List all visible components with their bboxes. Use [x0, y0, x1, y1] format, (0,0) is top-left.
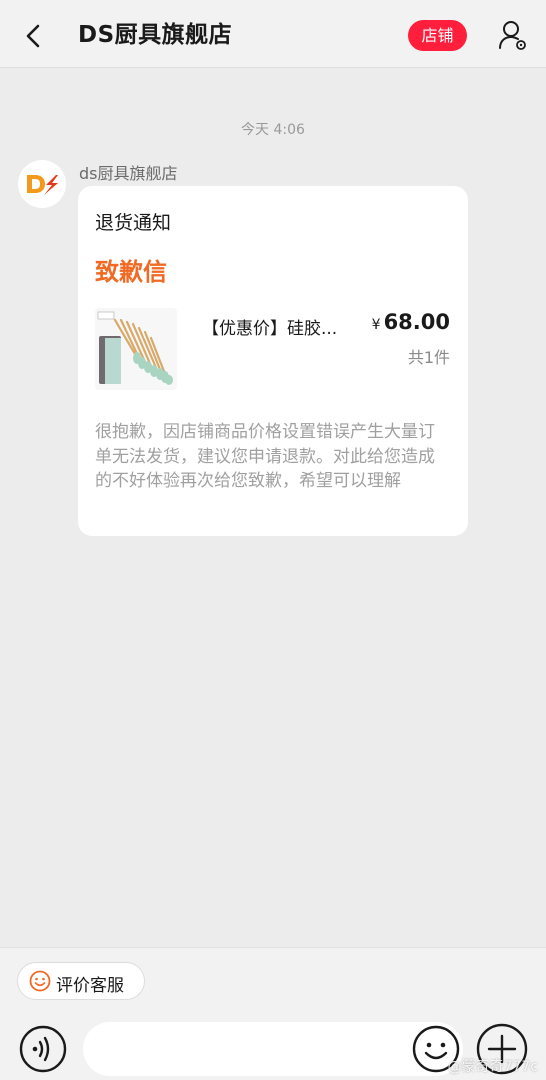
product-quantity: 共1件: [407, 348, 450, 367]
message-timestamp: 今天 4:06: [241, 122, 305, 138]
page-title: DS厨具旗舰店: [78, 22, 233, 48]
back-button[interactable]: [18, 18, 50, 54]
rate-service-button[interactable]: 评价客服: [17, 962, 145, 1000]
currency-symbol: ¥: [371, 317, 381, 333]
product-price: ¥68.00: [372, 310, 450, 334]
user-settings-button[interactable]: [496, 17, 530, 53]
utensil-set-image: [95, 308, 177, 390]
message-input[interactable]: [83, 1022, 463, 1076]
chevron-left-icon: [26, 24, 40, 48]
shop-avatar[interactable]: [18, 160, 66, 208]
top-bar: DS厨具旗舰店 店铺: [0, 0, 546, 68]
price-value: 68.00: [383, 310, 450, 334]
card-heading: 退货通知: [95, 212, 172, 234]
shop-button[interactable]: 店铺: [408, 20, 467, 51]
input-bar: 评价客服 @蒙奇奇777c: [0, 947, 546, 1080]
chat-screen: DS厨具旗舰店 店铺 今天 4:06 ds厨具旗舰店 退货通知 致歉信 【优惠价…: [0, 0, 546, 1080]
watermark: @蒙奇奇777c: [447, 1059, 538, 1075]
apology-message: 很抱歉，因店铺商品价格设置错误产生大量订单无法发货，建议您申请退款。对此给您造成…: [95, 422, 435, 491]
rate-service-label: 评价客服: [56, 976, 124, 996]
ds-logo-icon: [18, 160, 66, 208]
voice-button[interactable]: [19, 1025, 67, 1073]
refund-notice-card[interactable]: 退货通知 致歉信 【优惠价】硅胶... ¥ 68.00 共1件 很抱歉，因店铺商…: [78, 186, 468, 536]
user-settings-icon: [499, 21, 526, 50]
product-image[interactable]: [95, 308, 177, 390]
sender-name: ds厨具旗舰店: [79, 164, 178, 183]
apology-title: 致歉信: [95, 258, 167, 286]
voice-icon: [19, 1025, 67, 1073]
smile-icon: [29, 970, 51, 992]
product-name[interactable]: 【优惠价】硅胶...: [202, 314, 362, 339]
